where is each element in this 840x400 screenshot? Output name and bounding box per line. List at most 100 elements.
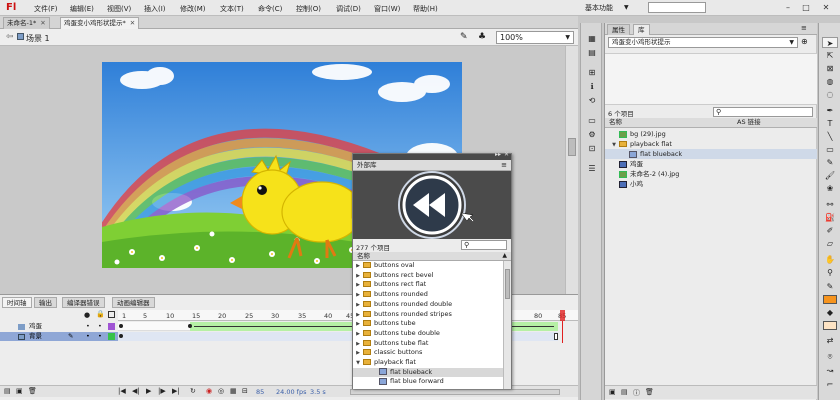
minimize-icon[interactable]: – [782, 2, 794, 13]
tab-untitled-1[interactable]: 未命名-1* ✕ [3, 17, 50, 29]
play-icon[interactable]: ▶ [146, 387, 151, 395]
folder-row[interactable]: ▶ classic buttons [353, 348, 503, 358]
bone-tool-icon[interactable]: ⚯ [822, 199, 838, 210]
lock-icon[interactable]: 🔒 [96, 310, 105, 318]
free-transform-icon[interactable]: ⊠ [822, 63, 838, 74]
menu-debug[interactable]: 调试(D) [336, 4, 361, 14]
text-tool-icon[interactable]: T [822, 118, 838, 129]
menu-file[interactable]: 文件(F) [34, 4, 58, 14]
folder-row[interactable]: ▶ buttons tube double [353, 329, 503, 339]
lock-dot-icon[interactable]: • [98, 322, 102, 331]
panel-menu-icon[interactable]: ≡ [801, 24, 807, 32]
keyframe[interactable] [119, 334, 123, 338]
line-tool-icon[interactable]: ╲ [822, 131, 838, 142]
scrollbar-thumb[interactable] [505, 269, 510, 299]
close-icon[interactable]: ✕ [130, 19, 135, 27]
folder-row[interactable]: ▶ buttons tube flat [353, 339, 503, 349]
pencil-tool-icon[interactable]: ✎ [822, 157, 838, 168]
tab-compiler-errors[interactable]: 编译器错误 [62, 297, 105, 308]
tab-output[interactable]: 输出 [34, 297, 57, 308]
folder-row[interactable]: ▶ buttons tube [353, 319, 503, 329]
menu-insert[interactable]: 插入(I) [144, 4, 166, 14]
eye-icon[interactable]: ● [84, 311, 90, 319]
info-icon[interactable]: ℹ [584, 81, 600, 92]
column-name[interactable]: 名称 [609, 118, 622, 127]
pencil-icon[interactable]: ✎ [68, 332, 73, 341]
lasso-tool-icon[interactable]: ◌ [822, 89, 838, 100]
onion-markers-icon[interactable]: ⊟ [242, 387, 248, 395]
deco-tool-icon[interactable]: ❀ [822, 183, 838, 194]
external-search-input[interactable]: ⚲ [461, 240, 507, 250]
folder-row[interactable]: ▶ buttons rounded [353, 290, 503, 300]
fill-color-icon[interactable]: ◆ [822, 307, 838, 318]
pin-icon[interactable]: ⊕ [801, 37, 808, 46]
edit-scene-icon[interactable]: ✎ [460, 32, 468, 42]
menu-view[interactable]: 视图(V) [107, 4, 131, 14]
pen-tool-icon[interactable]: ✒ [822, 105, 838, 116]
lock-dot-icon[interactable]: • [98, 332, 102, 341]
brush-tool-icon[interactable]: 🖌 [822, 170, 838, 181]
library-item[interactable]: flat blueback [605, 149, 817, 159]
smooth-icon[interactable]: ↝ [822, 365, 838, 376]
scrollbar-thumb[interactable] [568, 138, 576, 156]
close-icon[interactable]: ✕ [40, 19, 45, 27]
selection-tool-icon[interactable]: ➤ [822, 37, 838, 48]
new-folder-icon[interactable]: ▣ [16, 387, 23, 395]
step-back-icon[interactable]: ◀| [132, 387, 140, 395]
3d-rotation-icon[interactable]: ◍ [822, 76, 838, 87]
layer-row-background[interactable]: 背景 ✎ • • [0, 332, 118, 341]
hand-tool-icon[interactable]: ✋ [822, 254, 838, 265]
zoom-select[interactable]: 100% ▼ [496, 31, 574, 44]
properties-icon[interactable]: ⓘ [633, 388, 640, 398]
transform-icon[interactable]: ⟲ [584, 95, 600, 106]
library-item[interactable]: 小鸡 [605, 179, 817, 189]
panel-menu-icon[interactable]: ≡ [501, 160, 507, 170]
library-search-input[interactable]: ⚲ [713, 107, 813, 117]
rectangle-tool-icon[interactable]: ▭ [822, 144, 838, 155]
onion-skin-icon[interactable]: ◉ [206, 387, 212, 395]
timeline-h-scrollbar[interactable] [350, 389, 560, 395]
edit-multiple-frames-icon[interactable]: ▦ [230, 387, 237, 395]
library-item[interactable]: 鸡蛋 [605, 159, 817, 169]
folder-row[interactable]: ▶ buttons rect bevel [353, 271, 503, 281]
onion-outline-icon[interactable]: ◎ [218, 387, 224, 395]
go-last-icon[interactable]: ▶| [172, 387, 180, 395]
help-search-input[interactable] [648, 2, 706, 13]
tab-chick-shape-hint[interactable]: 鸡蛋变小鸡形状提示* ✕ [60, 17, 140, 29]
menu-control[interactable]: 控制(O) [296, 4, 321, 14]
folder-row-open[interactable]: ▼ playback flat [353, 358, 503, 368]
frame-rate[interactable]: 24.00 fps [276, 388, 306, 396]
column-name[interactable]: 名称 [357, 252, 370, 260]
components-icon[interactable]: ⚙ [584, 129, 600, 140]
outline-icon[interactable] [108, 311, 115, 318]
delete-icon[interactable]: 🗑 [645, 388, 654, 396]
go-first-icon[interactable]: |◀ [118, 387, 126, 395]
stroke-color-swatch[interactable] [823, 295, 837, 304]
menu-window[interactable]: 窗口(W) [374, 4, 400, 14]
menu-modify[interactable]: 修改(M) [180, 4, 206, 14]
layer-row-egg[interactable]: 鸡蛋 • • [0, 322, 118, 331]
tab-library[interactable]: 库 [633, 24, 650, 35]
paint-bucket-icon[interactable]: ⛽ [822, 212, 838, 223]
workspace-switcher[interactable]: 基本功能 [585, 3, 613, 13]
folder-row[interactable]: ▶ buttons rounded stripes [353, 310, 503, 320]
fill-color-swatch[interactable] [823, 321, 837, 330]
outline-color-icon[interactable] [108, 333, 115, 340]
close-icon[interactable]: ✕ [504, 151, 509, 158]
symbol-row[interactable]: flat blue forward [353, 377, 503, 387]
tab-timeline[interactable]: 时间轴 [2, 297, 32, 308]
visibility-dot-icon[interactable]: • [86, 322, 90, 331]
motion-presets-icon[interactable]: ☰ [584, 163, 600, 174]
subselection-tool-icon[interactable]: ⇱ [822, 50, 838, 61]
tab-properties[interactable]: 属性 [607, 24, 630, 35]
eraser-tool-icon[interactable]: ▱ [822, 238, 838, 249]
playhead[interactable] [560, 310, 565, 321]
menu-edit[interactable]: 编辑(E) [70, 4, 94, 14]
loop-icon[interactable]: ↻ [190, 387, 196, 395]
keyframe[interactable] [119, 324, 123, 328]
menu-commands[interactable]: 命令(C) [258, 4, 282, 14]
align-icon[interactable]: ⊞ [584, 67, 600, 78]
close-icon[interactable]: ✕ [820, 2, 832, 13]
eyedropper-icon[interactable]: ✐ [822, 225, 838, 236]
end-frame[interactable] [554, 333, 558, 340]
